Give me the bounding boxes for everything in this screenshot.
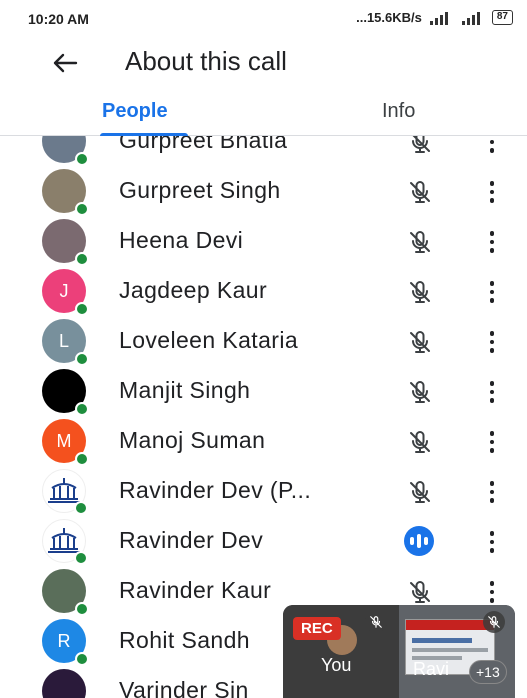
online-status-dot <box>74 501 88 515</box>
network-speed: ...15.6KB/s <box>356 10 422 25</box>
participant-name: Varinder Sin <box>119 677 249 698</box>
status-time: 10:20 AM <box>28 11 89 27</box>
photo-icon <box>42 136 89 166</box>
mic-off-icon <box>406 278 434 306</box>
participant-row[interactable]: Heena Devi <box>0 216 527 266</box>
battery-icon: 87 <box>491 10 513 25</box>
mic-off-icon <box>406 178 434 206</box>
back-arrow-icon <box>53 53 78 73</box>
rec-badge: REC <box>293 617 341 640</box>
participant-name: Manjit Singh <box>119 377 251 403</box>
participant-row[interactable]: Manjit Singh <box>0 366 527 416</box>
status-bar: 10:20 AM ...15.6KB/s 87 <box>0 0 527 38</box>
online-status-dot <box>75 452 89 466</box>
photo-icon <box>42 569 89 616</box>
mic-off-icon <box>365 611 387 633</box>
more-options-icon[interactable] <box>482 179 502 205</box>
signal-icon <box>428 11 454 25</box>
avatar: R <box>42 619 89 666</box>
logo-icon <box>42 469 88 515</box>
participant-row[interactable]: Gurpreet Singh <box>0 166 527 216</box>
participant-name: Jagdeep Kaur <box>119 277 268 303</box>
participant-name: Loveleen Kataria <box>119 327 299 353</box>
avatar-initial: L <box>58 330 69 351</box>
photo-icon <box>42 219 89 266</box>
self-tile[interactable]: REC You <box>283 605 399 698</box>
mic-off-icon <box>406 578 434 606</box>
avatar: L <box>42 319 89 366</box>
participant-name: Gurpreet Bhatia <box>119 136 288 153</box>
participant-name: Ravinder Dev <box>119 527 264 553</box>
more-options-icon[interactable] <box>482 429 502 455</box>
avatar: M <box>42 419 89 466</box>
other-tile[interactable]: Ravi +13 <box>399 605 515 698</box>
online-status-dot <box>75 202 89 216</box>
tab-people[interactable]: People <box>102 100 168 123</box>
logo-icon <box>42 519 88 565</box>
participant-name: Manoj Suman <box>119 427 266 453</box>
participant-name: Rohit Sandh <box>119 627 250 653</box>
online-status-dot <box>75 352 89 366</box>
tab-bar: People Info <box>0 92 527 136</box>
mic-off-icon <box>406 478 434 506</box>
avatar-initial: M <box>56 430 72 451</box>
signal-icon-2 <box>460 11 486 25</box>
online-status-dot <box>74 551 88 565</box>
participant-name: Gurpreet Singh <box>119 177 281 203</box>
self-view-panel[interactable]: REC You Ravi +13 <box>283 605 515 698</box>
avatar-initial: J <box>59 280 69 301</box>
photo-icon <box>42 669 86 698</box>
mic-off-icon <box>406 378 434 406</box>
participant-name: Ravinder Dev (P... <box>119 477 312 503</box>
back-button[interactable] <box>50 48 80 78</box>
more-options-icon[interactable] <box>482 479 502 505</box>
other-label: Ravi <box>413 659 450 679</box>
participant-row[interactable]: Ravinder Dev <box>0 516 527 566</box>
participant-row[interactable]: J Jagdeep Kaur <box>0 266 527 316</box>
participant-row[interactable]: Ravinder Dev (P... <box>0 466 527 516</box>
online-status-dot <box>75 152 89 166</box>
photo-icon <box>42 369 89 416</box>
online-status-dot <box>75 602 89 616</box>
more-participants-badge[interactable]: +13 <box>469 660 507 684</box>
mic-off-icon <box>406 328 434 356</box>
status-indicators: ...15.6KB/s 87 <box>356 10 513 25</box>
mic-off-icon <box>406 136 434 156</box>
online-status-dot <box>75 252 89 266</box>
more-options-icon[interactable] <box>482 579 502 605</box>
page-title: About this call <box>125 46 287 76</box>
self-label: You <box>321 655 352 675</box>
mic-off-icon <box>406 228 434 256</box>
online-status-dot <box>75 302 89 316</box>
header: About this call <box>0 38 527 86</box>
participant-row[interactable]: M Manoj Suman <box>0 416 527 466</box>
participant-name: Heena Devi <box>119 227 244 253</box>
mic-off-icon <box>406 428 434 456</box>
avatar-initial: R <box>57 630 71 651</box>
online-status-dot <box>75 402 89 416</box>
more-options-icon[interactable] <box>482 529 502 555</box>
more-options-icon[interactable] <box>482 136 502 155</box>
avatar: J <box>42 269 89 316</box>
online-status-dot <box>75 652 89 666</box>
speaking-indicator-icon <box>404 526 434 556</box>
tab-info[interactable]: Info <box>382 100 415 123</box>
participant-row[interactable]: Gurpreet Bhatia <box>0 136 527 166</box>
participant-row[interactable]: L Loveleen Kataria <box>0 316 527 366</box>
more-options-icon[interactable] <box>482 279 502 305</box>
more-options-icon[interactable] <box>482 329 502 355</box>
more-options-icon[interactable] <box>482 379 502 405</box>
mic-off-icon <box>483 611 505 633</box>
photo-icon <box>42 169 89 216</box>
more-options-icon[interactable] <box>482 229 502 255</box>
participant-name: Ravinder Kaur <box>119 577 272 603</box>
